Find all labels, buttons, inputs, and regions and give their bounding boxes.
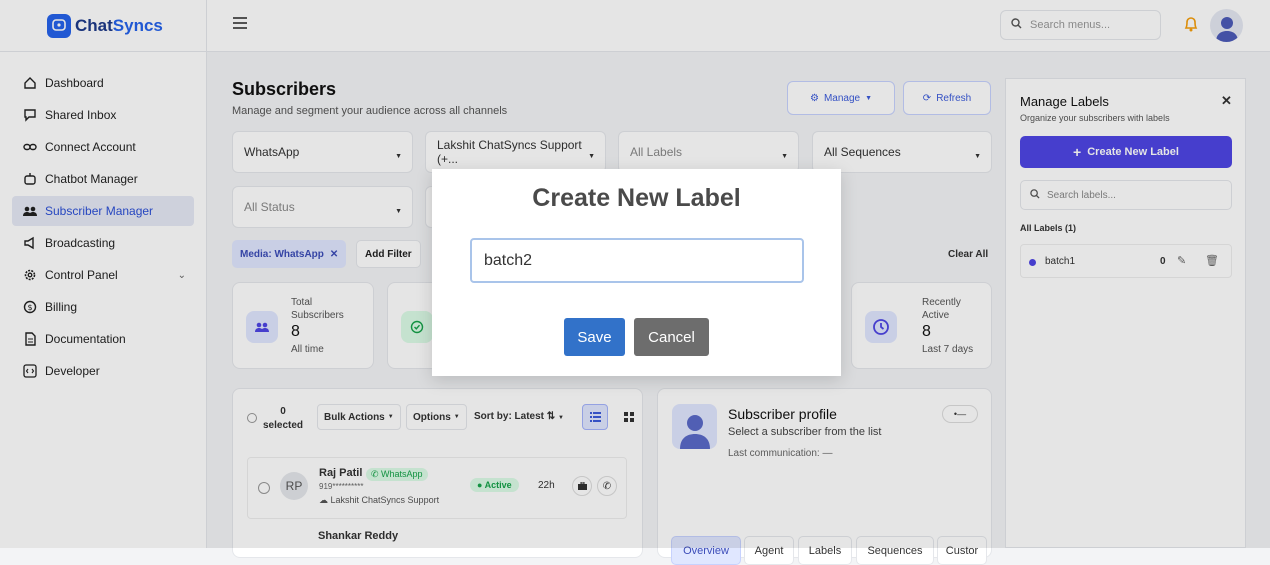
modal-title: Create New Label	[532, 184, 741, 212]
save-button[interactable]: Save	[564, 318, 625, 356]
create-label-modal: Create New Label Save Cancel	[432, 169, 841, 376]
cancel-button[interactable]: Cancel	[634, 318, 709, 356]
label-name-input[interactable]	[470, 238, 804, 283]
